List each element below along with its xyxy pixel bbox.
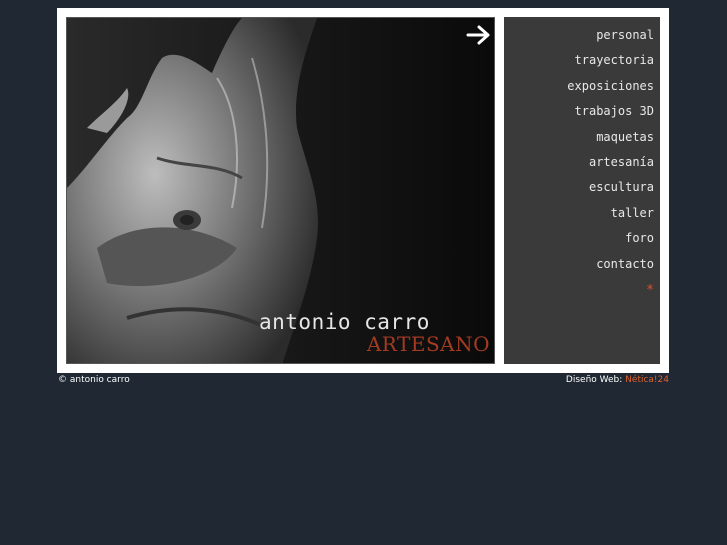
menu-item-artesania[interactable]: artesanía	[589, 155, 654, 169]
menu-item-foro[interactable]: foro	[625, 231, 654, 245]
design-credit: Diseño Web: Nética!24	[566, 375, 669, 385]
copyright-text: © antonio carro	[58, 375, 130, 385]
next-arrow-link[interactable]	[466, 24, 492, 46]
designer-link[interactable]: Nética!24	[625, 375, 669, 385]
menu-item-maquetas[interactable]: maquetas	[596, 130, 654, 144]
menu-star-link[interactable]: *	[646, 283, 654, 298]
menu-item-contacto[interactable]: contacto	[596, 257, 654, 271]
menu-item-personal[interactable]: personal	[596, 28, 654, 42]
main-menu: personal trayectoria exposiciones trabaj…	[504, 17, 660, 364]
menu-item-taller[interactable]: taller	[611, 206, 654, 220]
menu-item-trayectoria[interactable]: trayectoria	[575, 53, 654, 67]
menu-item-escultura[interactable]: escultura	[589, 180, 654, 194]
arrow-right-icon	[466, 25, 490, 45]
menu-item-trabajos-3d[interactable]: trabajos 3D	[575, 104, 654, 118]
page-frame: antonio carro ARTESANO personal trayecto…	[57, 8, 669, 373]
artist-name: antonio carro	[259, 310, 430, 334]
artist-title: ARTESANO	[366, 332, 490, 356]
menu-item-exposiciones[interactable]: exposiciones	[567, 79, 654, 93]
design-label: Diseño Web:	[565, 375, 623, 385]
hero-image: antonio carro ARTESANO	[66, 17, 495, 364]
